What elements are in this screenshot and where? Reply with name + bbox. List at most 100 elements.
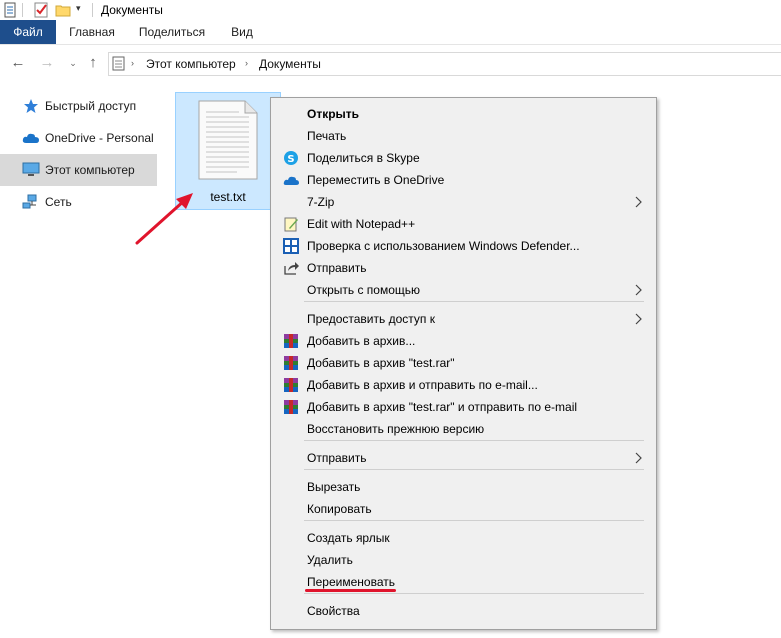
menu-item-20[interactable]: Удалить [273,549,654,571]
menu-item-2[interactable]: Печать [273,125,654,147]
sidebar-item-onedrive[interactable]: OneDrive - Personal [0,122,157,154]
breadcrumb-chevron-icon[interactable]: › [131,58,134,68]
menu-item-8[interactable]: Отправить [273,257,654,279]
menu-item-19[interactable]: Создать ярлык [273,527,654,549]
menu-item-5[interactable]: 7-Zip [273,191,654,213]
cloud-icon [22,133,39,143]
menu-item-22[interactable]: Свойства [273,600,654,622]
menu-item-label: Добавить в архив и отправить по e-mail..… [307,378,538,392]
menu-item-11[interactable]: Добавить в архив... [273,330,654,352]
onedrive-icon [283,176,299,185]
menu-item-18[interactable]: Копировать [273,498,654,520]
tab-file[interactable]: Файл [0,20,56,44]
menu-item-14[interactable]: Добавить в архив "test.rar" и отправить … [273,396,654,418]
ribbon-tabs: Файл Главная Поделиться Вид [0,20,781,45]
menu-item-label: Печать [307,129,347,143]
file-item-selected[interactable]: test.txt [175,92,281,210]
submenu-chevron-icon [634,311,644,327]
menu-item-label: Добавить в архив "test.rar" [307,356,455,370]
sidebar-item-network[interactable]: Сеть [0,186,157,218]
menu-item-4[interactable]: Переместить в OneDrive [273,169,654,191]
breadcrumb-chevron-icon[interactable]: › [245,58,248,68]
menu-item-label: 7-Zip [307,195,335,209]
menu-item-label: Предоставить доступ к [307,312,435,326]
menu-item-1[interactable]: Открыть [273,103,654,125]
menu-item-13[interactable]: Добавить в архив и отправить по e-mail..… [273,374,654,396]
tab-view[interactable]: Вид [224,20,260,44]
sidebar-item-this-pc[interactable]: Этот компьютер [0,154,157,186]
annotation-underline [305,589,396,592]
document-folder-icon [112,56,125,71]
menu-item-7[interactable]: Проверка с использованием Windows Defend… [273,235,654,257]
address-bar[interactable]: › Этот компьютер › Документы [108,52,781,76]
sidebar-item-label: Быстрый доступ [45,99,137,113]
menu-item-label: Свойства [307,604,360,618]
menu-separator [304,593,644,594]
menu-item-label: Переименовать [307,575,395,589]
submenu-chevron-icon [634,450,644,466]
winrar-icon [284,400,298,414]
menu-separator [304,440,644,441]
sidebar-item-label: Этот компьютер [45,163,135,177]
winrar-icon [284,378,298,392]
file-name-label: test.txt [210,190,246,204]
winrar-icon [284,334,298,348]
network-icon [22,194,37,209]
breadcrumb-item-documents[interactable]: Документы [259,57,321,71]
submenu-chevron-icon [634,282,644,298]
properties-icon[interactable] [2,2,18,18]
sidebar-item-label: OneDrive - Personal [45,131,154,145]
recent-locations-icon[interactable]: ⌄ [64,54,82,72]
text-file-icon [198,100,258,180]
menu-item-label: Открыть [307,107,360,121]
winrar-icon [284,356,298,370]
menu-item-label: Отправить [307,261,367,275]
menu-item-label: Поделиться в Skype [307,151,420,165]
menu-separator [304,520,644,521]
menu-item-16[interactable]: Отправить [273,447,654,469]
menu-item-label: Edit with Notepad++ [307,217,416,231]
new-folder-icon[interactable] [55,2,71,18]
menu-item-label: Проверка с использованием Windows Defend… [307,239,580,253]
menu-item-label: Вырезать [307,480,361,494]
tab-home[interactable]: Главная [64,20,120,44]
menu-item-label: Переместить в OneDrive [307,173,445,187]
svg-text:S: S [287,154,294,165]
skype-icon: S [284,151,298,165]
quick-access-dropdown-icon[interactable]: ▾ [76,3,81,14]
tab-share[interactable]: Поделиться [135,20,209,44]
menu-item-label: Добавить в архив... [307,334,416,348]
menu-item-label: Удалить [307,553,353,567]
sidebar-item-quick-access[interactable]: Быстрый доступ [0,90,157,122]
menu-item-3[interactable]: S Поделиться в Skype [273,147,654,169]
menu-item-9[interactable]: Открыть с помощью [273,279,654,301]
notepadpp-icon [284,217,298,232]
menu-item-label: Восстановить прежнюю версию [307,422,485,436]
defender-icon [283,238,299,254]
menu-item-12[interactable]: Добавить в архив "test.rar" [273,352,654,374]
menu-item-label: Копировать [307,502,372,516]
computer-icon [22,162,40,176]
menu-item-6[interactable]: Edit with Notepad++ [273,213,654,235]
navigation-bar: ← → ⌄ ↑ › Этот компьютер › Документы [0,46,781,82]
menu-item-17[interactable]: Вырезать [273,476,654,498]
menu-item-10[interactable]: Предоставить доступ к [273,308,654,330]
up-arrow-icon[interactable]: ↑ [84,54,102,72]
menu-item-label: Открыть с помощью [307,283,421,297]
menu-separator [304,301,644,302]
navigation-pane: Быстрый доступ OneDrive - Personal Этот … [0,90,157,218]
checklist-icon[interactable] [33,2,49,18]
context-menu: Открыть Печать S Поделиться в Skype Перемест… [270,97,657,630]
menu-item-label: Добавить в архив "test.rar" и отправить … [307,400,578,414]
menu-separator [304,469,644,470]
menu-item-label: Создать ярлык [307,531,390,545]
menu-item-15[interactable]: Восстановить прежнюю версию [273,418,654,440]
star-icon [24,99,38,113]
forward-arrow-icon[interactable]: → [38,54,56,72]
share-icon [284,262,299,275]
title-bar: ▾ Документы [0,0,781,20]
back-arrow-icon[interactable]: ← [9,54,27,72]
submenu-chevron-icon [634,194,644,210]
breadcrumb-item-this-pc[interactable]: Этот компьютер [146,57,236,71]
menu-item-label: Отправить [307,451,367,465]
